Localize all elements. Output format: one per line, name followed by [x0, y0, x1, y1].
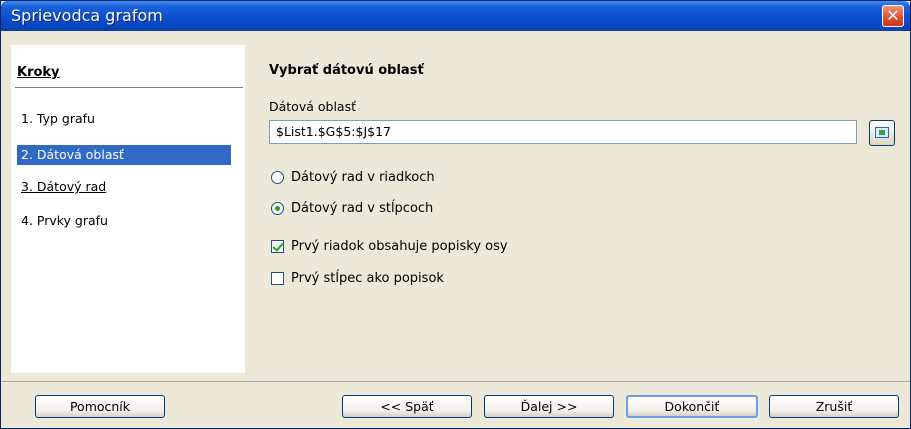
radio-rows-label: Dátový rad v riadkoch [291, 170, 435, 185]
footer-divider [1, 381, 910, 382]
checkbox-first-column-text: Prvý stĺpec ako popisok [291, 271, 444, 286]
checkbox-first-column-control[interactable] [271, 272, 284, 285]
title-bar[interactable]: Sprievodca grafom ✕ [1, 1, 910, 31]
chart-wizard-dialog: Sprievodca grafom ✕ Kroky 1. Typ grafu 2… [0, 0, 911, 429]
checkbox-first-row-control[interactable] [271, 240, 284, 253]
radio-columns-control[interactable] [271, 202, 284, 215]
close-button[interactable]: ✕ [882, 5, 904, 27]
step-chart-elements[interactable]: 4. Prvky grafu [17, 211, 229, 231]
radio-columns-label: Dátový rad v stĺpcoch [291, 201, 434, 216]
steps-divider [15, 87, 243, 88]
data-range-input[interactable]: $List1.$G$5:$J$17 [269, 120, 857, 144]
next-button[interactable]: Ďalej >> [484, 395, 614, 418]
content-panel: Vybrať dátovú oblasť Dátová oblasť $List… [249, 41, 909, 377]
steps-panel: Kroky 1. Typ grafu 2. Dátová oblasť 3. D… [11, 45, 245, 373]
step-data-range[interactable]: 2. Dátová oblasť [17, 145, 231, 165]
checkbox-first-row-label: Prvý riadok obsahuje popisky osy [291, 239, 508, 254]
page-title: Vybrať dátovú oblasť [269, 63, 424, 78]
back-button[interactable]: << Späť [342, 395, 472, 418]
help-button[interactable]: Pomocník [35, 395, 165, 418]
select-range-button[interactable] [869, 120, 895, 146]
finish-button[interactable]: Dokončiť [626, 395, 758, 418]
range-label: Dátová oblasť [269, 99, 356, 114]
window-title: Sprievodca grafom [11, 6, 163, 25]
shrink-range-icon [875, 127, 889, 138]
step-data-series[interactable]: 3. Dátový rad [17, 177, 229, 197]
step-chart-type[interactable]: 1. Typ grafu [17, 109, 229, 129]
close-icon: ✕ [886, 6, 900, 25]
steps-heading: Kroky [17, 65, 60, 80]
cancel-button[interactable]: Zrušiť [769, 395, 899, 418]
radio-rows-control[interactable] [271, 171, 284, 184]
